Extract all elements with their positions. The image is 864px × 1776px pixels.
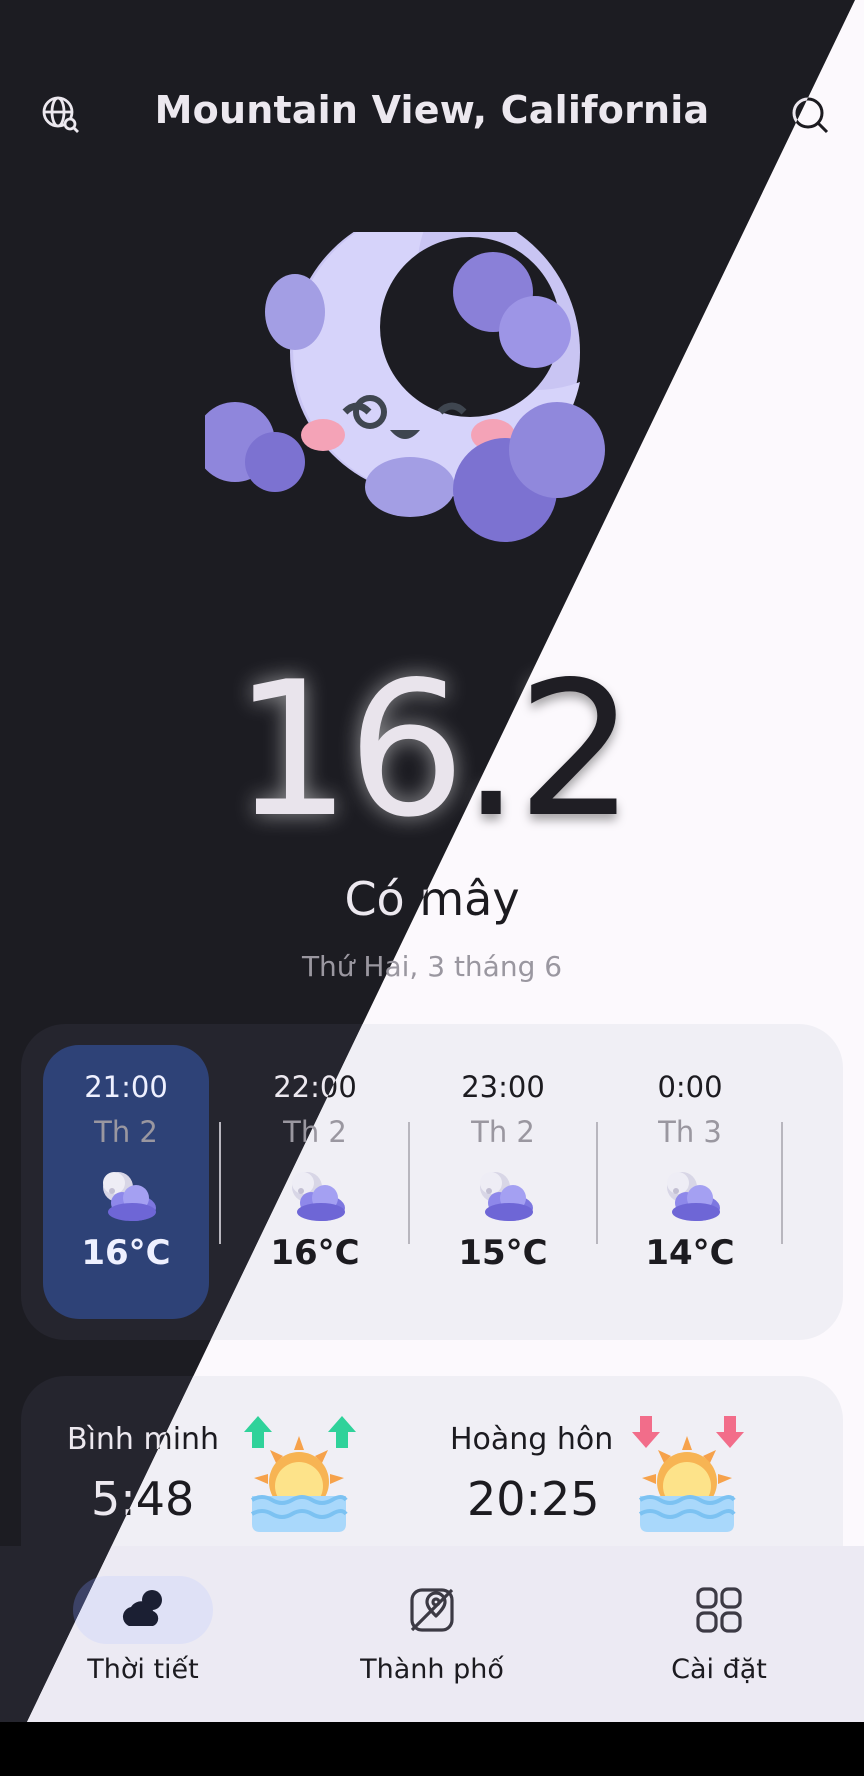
sunset-label: Hoàng hôn <box>450 1422 614 1457</box>
nav-item-settings[interactable]: Cài đặt <box>619 1576 819 1696</box>
sunset-time: 20:25 <box>467 1472 600 1526</box>
settings-grid-icon <box>696 1587 742 1633</box>
divider <box>219 1122 221 1244</box>
divider <box>781 1122 783 1244</box>
moon-cloud-icon <box>283 1167 347 1225</box>
nav-label: Thời tiết <box>87 1654 199 1685</box>
hour-time: 0:00 <box>657 1070 723 1104</box>
hour-day: Th 2 <box>94 1115 158 1149</box>
hour-temp: 16°C <box>81 1233 171 1273</box>
sunrise-icon <box>240 1416 358 1534</box>
city-title: Mountain View, California <box>154 88 710 132</box>
weather-cloud-icon <box>122 1590 162 1626</box>
nav-label: Cài đặt <box>671 1654 767 1685</box>
nav-item-cities[interactable]: Thành phố <box>332 1576 532 1696</box>
moon-cloud-icon <box>94 1167 158 1225</box>
divider <box>596 1122 598 1244</box>
hour-day: Th 3 <box>658 1115 722 1149</box>
hour-temp: 14°C <box>645 1233 735 1273</box>
moon-cloud-icon <box>658 1167 722 1225</box>
hour-day: Th 2 <box>471 1115 535 1149</box>
hour-item[interactable]: 0:00 Th 3 14°C <box>607 1045 773 1319</box>
hour-item[interactable]: 23:00 Th 2 15°C <box>420 1045 586 1319</box>
hour-time: 23:00 <box>461 1070 545 1104</box>
sunset-icon <box>628 1416 746 1534</box>
hour-time: 21:00 <box>84 1070 168 1104</box>
divider <box>408 1122 410 1244</box>
hour-item[interactable]: 21:00 Th 2 16°C <box>43 1045 209 1319</box>
hour-temp: 15°C <box>458 1233 548 1273</box>
city-map-icon <box>410 1588 454 1632</box>
moon-cloud-icon <box>471 1167 535 1225</box>
nav-label: Thành phố <box>360 1654 504 1685</box>
